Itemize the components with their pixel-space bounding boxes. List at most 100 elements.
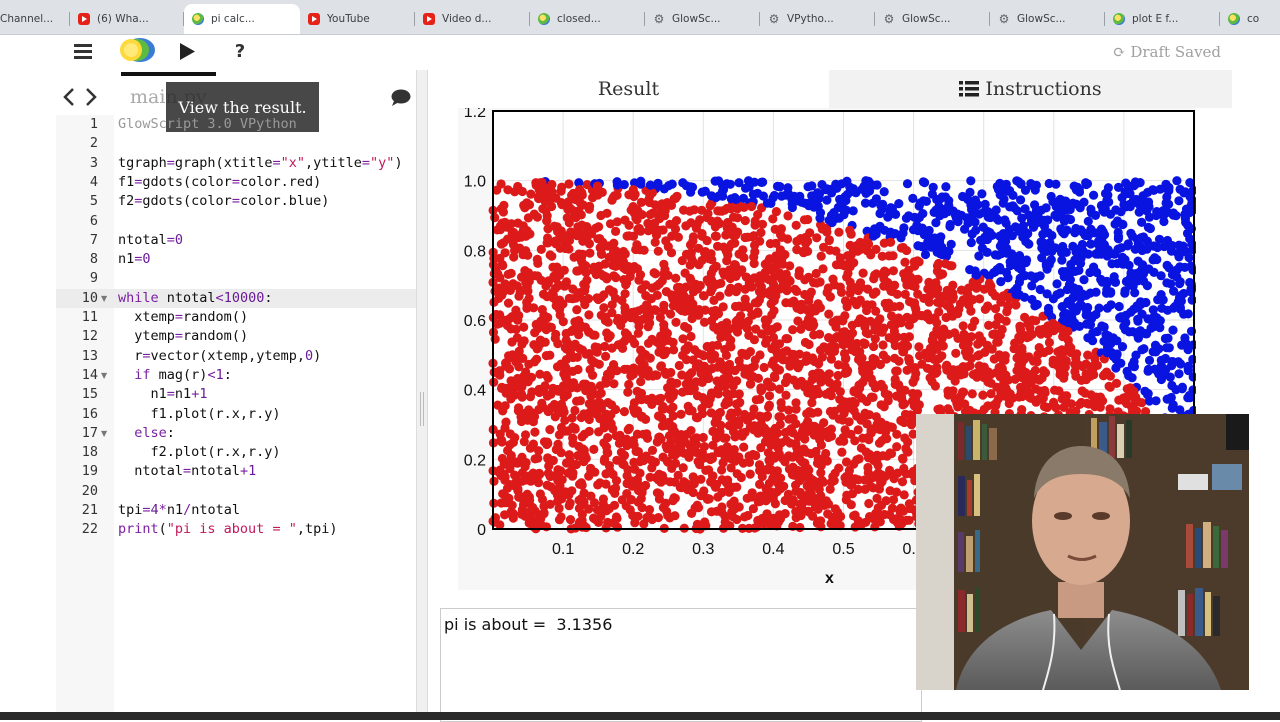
browser-tab[interactable]: co [1220, 4, 1280, 34]
red-data-point [905, 297, 915, 307]
code-line[interactable]: ntotal=0 [118, 232, 183, 248]
run-button[interactable] [176, 40, 198, 62]
red-data-point [620, 249, 630, 259]
blue-data-point [725, 179, 735, 189]
tab-result[interactable]: Result [428, 70, 829, 108]
red-data-point [792, 302, 802, 312]
red-data-point [843, 366, 853, 376]
red-data-point [666, 383, 676, 393]
red-data-point [822, 287, 832, 298]
code-line[interactable]: print("pi is about = ",tpi) [118, 521, 337, 537]
browser-tab[interactable]: ⚙ VPytho... [760, 4, 875, 34]
code-line[interactable]: f1=gdots(color=color.red) [118, 174, 321, 190]
red-data-point [932, 261, 943, 271]
code-line[interactable]: ntotal=ntotal+1 [118, 463, 256, 479]
code-line[interactable]: xtemp=random() [118, 309, 248, 325]
browser-tab[interactable]: (6) Wha... [70, 4, 184, 34]
red-data-point [770, 224, 780, 234]
red-data-point [800, 434, 810, 444]
red-data-point [791, 398, 801, 408]
red-data-point [680, 344, 690, 354]
fold-arrow-icon[interactable]: ▼ [101, 294, 107, 303]
red-data-point [754, 295, 764, 305]
blue-data-point [1085, 320, 1096, 330]
browser-tab-label: VPytho... [787, 13, 834, 25]
red-data-point [768, 473, 778, 483]
code-line[interactable]: if mag(r)<1: [118, 367, 232, 383]
comment-button[interactable] [390, 87, 412, 107]
fold-arrow-icon[interactable]: ▼ [101, 371, 107, 380]
red-data-point [493, 400, 503, 410]
code-line[interactable]: tgraph=graph(xtitle="x",ytitle="y") [118, 155, 403, 171]
tab-instructions[interactable]: Instructions [829, 70, 1232, 108]
line-number: 13 [81, 347, 98, 364]
blue-data-point [1074, 284, 1084, 295]
browser-tab[interactable]: YouTube [300, 4, 415, 34]
pane-splitter[interactable] [416, 70, 428, 720]
red-data-point [795, 359, 805, 369]
browser-tab[interactable]: Video d... [415, 4, 530, 34]
red-data-point [636, 412, 647, 422]
blue-data-point [935, 249, 945, 259]
red-data-point [574, 316, 584, 326]
code-line[interactable]: GlowScript 3.0 VPython [118, 116, 297, 132]
glowscript-icon [192, 13, 204, 25]
blue-data-point [1074, 321, 1085, 331]
line-number: 9 [89, 270, 98, 287]
red-data-point [671, 317, 681, 327]
menu-button[interactable] [70, 40, 96, 62]
help-button[interactable]: ? [230, 40, 250, 62]
blue-data-point [827, 217, 837, 228]
red-data-point [661, 236, 671, 246]
red-data-point [794, 467, 804, 478]
code-line[interactable]: n1=0 [118, 251, 151, 267]
fold-arrow-icon[interactable]: ▼ [101, 429, 107, 438]
code-line[interactable]: while ntotal<10000: [118, 290, 272, 306]
browser-tab[interactable]: ⚙ GlowSc... [990, 4, 1105, 34]
red-data-point [998, 355, 1008, 365]
browser-tab[interactable]: ⚙ GlowSc... [875, 4, 990, 34]
browser-tab[interactable]: closed... [530, 4, 645, 34]
red-data-point [1044, 337, 1054, 348]
blue-data-point [817, 180, 827, 190]
red-data-point [783, 211, 793, 221]
code-line[interactable]: n1=n1+1 [118, 386, 208, 402]
code-line[interactable]: f1.plot(r.x,r.y) [118, 406, 281, 422]
blue-data-point [1148, 347, 1158, 357]
code-line[interactable]: r=vector(xtemp,ytemp,0) [118, 348, 321, 364]
browser-tab[interactable]: Channel... [0, 4, 70, 34]
code-line[interactable]: else: [118, 425, 175, 441]
splitter-grip [420, 392, 424, 426]
blue-data-point [1039, 246, 1049, 256]
red-data-point [607, 300, 617, 310]
browser-tab-label: GlowSc... [902, 13, 951, 25]
code-line[interactable]: f2=gdots(color=color.blue) [118, 193, 329, 209]
red-data-point [700, 305, 710, 315]
red-data-point [656, 393, 666, 403]
blue-data-point [1027, 281, 1037, 291]
red-data-point [492, 319, 502, 329]
red-data-point [568, 205, 578, 215]
red-data-point [657, 413, 667, 423]
browser-tab[interactable]: pi calc... [184, 4, 300, 34]
blue-data-point [752, 188, 763, 198]
red-data-point [888, 266, 898, 276]
browser-tab[interactable]: plot E f... [1105, 4, 1220, 34]
code-line[interactable]: f2.plot(r.x,r.y) [118, 444, 281, 460]
forward-arrow-button[interactable] [82, 86, 100, 108]
blue-data-point [1164, 199, 1174, 209]
code-line[interactable]: ytemp=random() [118, 328, 248, 344]
code-line[interactable]: tpi=4*n1/ntotal [118, 502, 240, 518]
red-data-point [755, 411, 765, 421]
red-data-point [998, 291, 1009, 301]
red-data-point [709, 295, 719, 305]
blue-data-point [815, 213, 825, 223]
red-data-point [1105, 382, 1115, 392]
red-data-point [577, 220, 587, 230]
back-arrow-button[interactable] [60, 86, 78, 108]
blue-data-point [636, 176, 646, 186]
line-number: 17 [81, 424, 98, 441]
blue-data-point [868, 231, 879, 241]
red-data-point [787, 499, 797, 509]
browser-tab[interactable]: ⚙ GlowSc... [645, 4, 760, 34]
